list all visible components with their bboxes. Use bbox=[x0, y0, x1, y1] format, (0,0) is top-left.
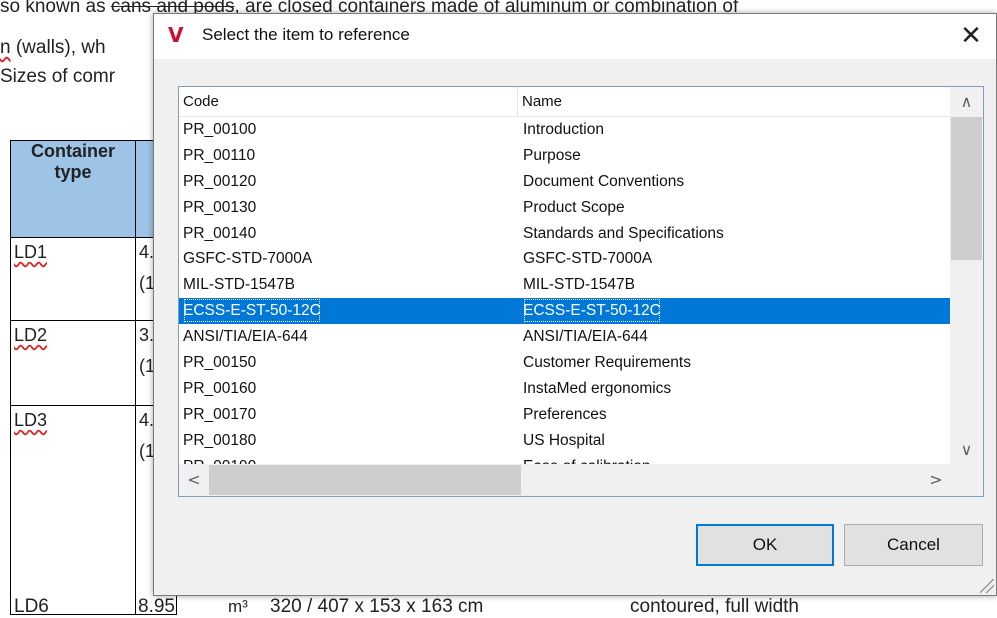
item-name: Purpose bbox=[523, 146, 581, 164]
table-row: LD1 bbox=[10, 237, 136, 321]
item-code: PR_00100 bbox=[183, 121, 257, 138]
list-item[interactable]: PR_00100 Introduction bbox=[179, 117, 951, 143]
item-name: Document Conventions bbox=[523, 172, 685, 190]
item-code: PR_00160 bbox=[183, 379, 257, 397]
list-item[interactable]: PR_00120 Document Conventions bbox=[179, 169, 951, 195]
item-name: Customer Requirements bbox=[523, 354, 691, 372]
item-name: Standards and Specifications bbox=[523, 224, 724, 242]
reference-list[interactable]: Code Name PR_00100 Introduction PR_00110 Pu… bbox=[178, 86, 984, 497]
ok-button[interactable]: OK bbox=[696, 524, 834, 566]
list-item[interactable]: PR_00130 Product Scope bbox=[179, 195, 951, 221]
resize-grip-icon[interactable] bbox=[980, 579, 994, 593]
item-name: US Hospital bbox=[523, 431, 605, 449]
scroll-right-icon[interactable]: > bbox=[921, 464, 951, 496]
list-item[interactable]: PR_00150 Customer Requirements bbox=[179, 350, 951, 376]
horizontal-scrollbar[interactable]: < > bbox=[179, 464, 951, 496]
dialog-titlebar[interactable]: V Select the item to reference ✕ bbox=[154, 14, 996, 59]
cancel-button[interactable]: Cancel bbox=[844, 524, 983, 566]
list-item[interactable]: PR_00180 US Hospital bbox=[179, 428, 951, 454]
list-header: Code Name bbox=[179, 87, 951, 117]
item-code: GSFC-STD-7000A bbox=[183, 250, 313, 268]
table-header-cell: Container type bbox=[10, 140, 136, 238]
item-code: PR_00180 bbox=[183, 431, 257, 449]
item-code: PR_00140 bbox=[183, 224, 257, 242]
doc-text-line-2: n (walls), wh bbox=[0, 37, 106, 58]
vertical-scroll-thumb[interactable] bbox=[951, 117, 982, 260]
item-name: ANSI/TIA/EIA-644 bbox=[523, 328, 648, 346]
item-name: ECSS-E-ST-50-12C bbox=[523, 298, 661, 323]
item-name: Product Scope bbox=[523, 198, 625, 216]
item-code: ANSI/TIA/EIA-644 bbox=[183, 328, 308, 346]
dialog-title: Select the item to reference bbox=[202, 25, 410, 44]
column-header-code[interactable]: Code bbox=[179, 87, 518, 116]
list-item[interactable]: MIL-STD-1547B MIL-STD-1547B bbox=[179, 272, 951, 298]
item-code: ECSS-E-ST-50-12C bbox=[183, 298, 321, 323]
close-button[interactable]: ✕ bbox=[954, 19, 988, 53]
list-item[interactable]: ECSS-E-ST-50-12C ECSS-E-ST-50-12C bbox=[179, 298, 951, 325]
list-item[interactable]: PR_00110 Purpose bbox=[179, 143, 951, 169]
container-types-table: Container type LD1 4. (1 LD2 3. (1 LD3 4.(… bbox=[10, 140, 177, 615]
item-code: PR_00130 bbox=[183, 198, 257, 216]
doc-text-line-3: Sizes of comr bbox=[0, 66, 116, 87]
item-name: Introduction bbox=[523, 121, 604, 138]
scroll-down-icon[interactable]: ∨ bbox=[950, 435, 983, 465]
table-row: LD3 bbox=[10, 405, 136, 615]
vertical-scrollbar[interactable]: ∧ ∨ bbox=[950, 87, 983, 465]
list-item[interactable]: ANSI/TIA/EIA-644 ANSI/TIA/EIA-644 bbox=[179, 324, 951, 350]
item-code: MIL-STD-1547B bbox=[183, 276, 295, 294]
list-item[interactable]: GSFC-STD-7000A GSFC-STD-7000A bbox=[179, 246, 951, 272]
item-code: PR_00150 bbox=[183, 354, 257, 372]
column-header-name[interactable]: Name bbox=[518, 87, 951, 116]
scroll-up-icon[interactable]: ∧ bbox=[950, 87, 983, 117]
horizontal-scroll-thumb[interactable] bbox=[209, 465, 521, 495]
item-name: InstaMed ergonomics bbox=[523, 379, 672, 397]
item-code: PR_00110 bbox=[183, 146, 256, 164]
item-code: PR_00120 bbox=[183, 172, 257, 190]
list-rows: PR_00100 Introduction PR_00110 Purpose PR_00… bbox=[179, 117, 951, 466]
table-row: LD2 bbox=[10, 320, 136, 406]
scroll-left-icon[interactable]: < bbox=[179, 464, 209, 496]
list-item[interactable]: PR_00170 Preferences bbox=[179, 402, 951, 428]
select-reference-dialog: V Select the item to reference ✕ Code Na… bbox=[153, 13, 997, 596]
list-item[interactable]: PR_00160 InstaMed ergonomics bbox=[179, 376, 951, 402]
scrollbar-corner bbox=[950, 464, 983, 496]
item-name: MIL-STD-1547B bbox=[523, 276, 635, 294]
item-code: PR_00170 bbox=[183, 405, 257, 423]
list-item[interactable]: PR_00140 Standards and Specifications bbox=[179, 221, 951, 247]
app-logo-icon: V bbox=[168, 23, 184, 47]
doc-bottom-row: LD6 bbox=[14, 596, 49, 617]
item-name: GSFC-STD-7000A bbox=[523, 250, 653, 268]
item-name: Preferences bbox=[523, 405, 607, 423]
